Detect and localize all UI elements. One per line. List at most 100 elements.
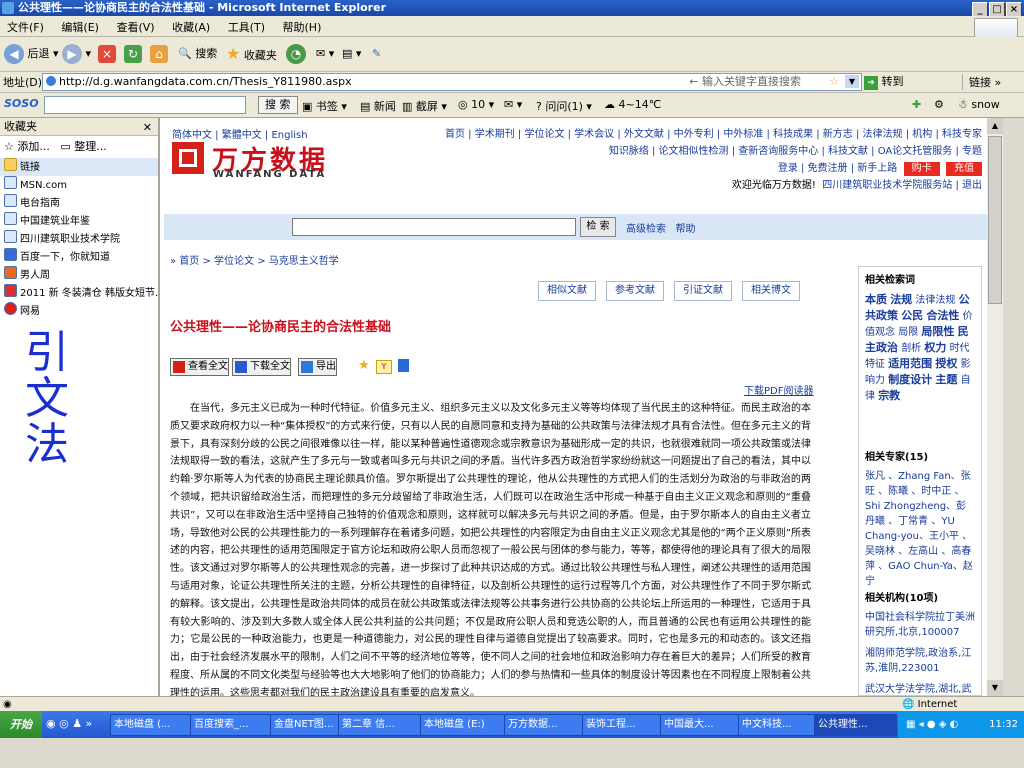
scroll-down-arrow-icon[interactable]: ▼ — [987, 680, 1003, 696]
share-icon[interactable] — [398, 359, 409, 372]
back-button[interactable]: ◀ 后退 ▾ — [4, 43, 59, 65]
soso-search-input[interactable] — [44, 96, 246, 114]
favorite-item[interactable]: 网易 — [0, 302, 158, 320]
download-fulltext-button[interactable]: 下载全文 — [232, 358, 291, 376]
site-search-button[interactable]: 检 索 — [580, 217, 616, 237]
favorite-item[interactable]: 电台指南 — [0, 194, 158, 212]
address-input[interactable]: http://d.g.wanfangdata.com.cn/Thesis_Y81… — [42, 73, 862, 91]
minimize-button[interactable]: _ — [972, 2, 988, 17]
quick-launch[interactable]: ◉ ◎ ♟ » — [46, 717, 92, 730]
task-button[interactable]: 第二章 信... — [338, 714, 421, 736]
help-link[interactable]: 帮助 — [676, 224, 696, 235]
bookmark-button[interactable]: ▣ 书签 ▾ — [302, 98, 347, 114]
snow-button[interactable]: ☃ snow — [958, 98, 1000, 111]
menu-view[interactable]: 查看(V) — [109, 16, 161, 35]
plus-icon[interactable]: ✚ — [912, 98, 921, 111]
print-button[interactable]: ▤ ▾ — [342, 43, 361, 65]
experts-list[interactable]: 张凡 、Zhang Fan、张旺 、陈曦 、时中正 、Shi Zhongzhen… — [865, 469, 975, 589]
favorites-button[interactable]: ★ 收藏夹 — [226, 43, 277, 65]
notifications-button[interactable]: ◎ 10 ▾ — [458, 98, 494, 111]
menu-file[interactable]: 文件(F) — [0, 16, 51, 35]
keyword-link[interactable]: 宗教 — [878, 389, 900, 402]
advanced-search-link[interactable]: 高级检索 — [626, 224, 666, 235]
address-dropdown[interactable]: ▼ — [845, 75, 859, 88]
maximize-button[interactable]: □ — [989, 2, 1005, 17]
logout-link[interactable]: 退出 — [962, 180, 982, 191]
tab-similar[interactable]: 相似文献 — [538, 281, 596, 301]
menu-help[interactable]: 帮助(H) — [276, 16, 329, 35]
share-yahoo-icon[interactable]: Y — [376, 360, 392, 374]
keyword-link[interactable]: 局限性 — [921, 325, 954, 338]
favorite-item[interactable]: 中国建筑业年鉴 — [0, 212, 158, 230]
history-button[interactable]: ◔ — [286, 43, 306, 65]
keyword-link[interactable]: 适用范围 — [888, 357, 932, 370]
secondary-nav[interactable]: 知识脉络 | 论文相似性检测 | 查新咨询服务中心 | 科技文献 | OA论文托… — [430, 143, 982, 160]
tray-icons[interactable]: ▦ ◂ ● ◈ ◐ — [906, 711, 958, 738]
soso-search-button[interactable]: 搜 索 — [258, 96, 298, 114]
page-scrollbar[interactable]: ▲ ▼ — [987, 118, 1003, 696]
weather-widget[interactable]: ☁ 4~14℃ — [604, 98, 661, 111]
org-link[interactable]: 武汉大学法学院,湖北,武汉,430000 — [865, 682, 975, 696]
keyword-link[interactable]: 权力 — [924, 341, 946, 354]
scroll-thumb[interactable] — [988, 136, 1002, 304]
language-switch[interactable]: 简体中文 | 繁體中文 | English — [172, 126, 308, 141]
keyword-link[interactable]: 法律法规 — [915, 295, 955, 306]
tab-citations[interactable]: 引证文献 — [674, 281, 732, 301]
login-links[interactable]: 登录 | 免费注册 | 新手上路 — [778, 163, 897, 174]
favorite-item[interactable]: MSN.com — [0, 176, 158, 194]
screenshot-button[interactable]: ▥ 截屏 ▾ — [402, 98, 447, 114]
keyword-link[interactable]: 本质 — [865, 293, 887, 306]
go-button[interactable]: ➔ 转到 — [864, 73, 904, 90]
buy-card-button[interactable]: 购卡 — [903, 162, 940, 176]
favorite-star-icon[interactable]: ★ — [358, 358, 370, 373]
task-button[interactable]: 本地磁盘 (... — [110, 714, 191, 736]
add-favorite-button[interactable]: ☆ 添加... — [4, 140, 50, 153]
search-button[interactable]: 🔍 搜索 — [178, 43, 217, 65]
mail-button-soso[interactable]: ✉ ▾ — [504, 98, 522, 111]
close-button[interactable]: × — [1006, 2, 1022, 17]
org-link[interactable]: 湘阴师范学院,政治系,江苏,淮阴,223001 — [865, 646, 975, 676]
view-fulltext-button[interactable]: 查看全文 — [170, 358, 229, 376]
keyword-link[interactable]: 局限 — [898, 327, 918, 338]
menu-tools[interactable]: 工具(T) — [221, 16, 272, 35]
keyword-link[interactable]: 剖析 — [901, 343, 921, 354]
main-nav[interactable]: 首页 | 学术期刊 | 学位论文 | 学术会议 | 外文文献 | 中外专利 | … — [430, 126, 982, 143]
service-station-link[interactable]: 四川建筑职业技术学院服务站 — [822, 180, 952, 191]
task-button[interactable]: 万方数据... — [504, 714, 583, 736]
favorite-item-links[interactable]: 链接 — [0, 158, 158, 176]
task-button[interactable]: 本地磁盘 (E:) — [420, 714, 505, 736]
keyword-link[interactable]: 法规 — [890, 293, 912, 306]
task-button[interactable]: 金盘NET图... — [270, 714, 339, 736]
menu-favorites[interactable]: 收藏(A) — [165, 16, 217, 35]
favorite-item[interactable]: 2011 新 冬装清仓 韩版女短节... — [0, 284, 158, 302]
tab-blogs[interactable]: 相关博文 — [742, 281, 800, 301]
keyword-link[interactable]: 授权 — [935, 357, 957, 370]
window-title-bar[interactable]: 公共理性——论协商民主的合法性基础 - Microsoft Internet E… — [0, 0, 1024, 17]
task-button[interactable]: 装饰工程... — [582, 714, 661, 736]
favorite-item[interactable]: 男人周 — [0, 266, 158, 284]
task-button[interactable]: 百度搜索_... — [190, 714, 271, 736]
refresh-button[interactable]: ↻ — [124, 43, 142, 65]
menu-edit[interactable]: 编辑(E) — [54, 16, 106, 35]
favorite-item[interactable]: 百度一下，你就知道 — [0, 248, 158, 266]
task-button[interactable]: 中文科技... — [738, 714, 815, 736]
org-link[interactable]: 中国社会科学院拉丁美洲研究所,北京,100007 — [865, 610, 975, 640]
news-button[interactable]: ▤ 新闻 — [360, 98, 396, 114]
pdf-reader-link[interactable]: 下载PDF阅读器 — [744, 382, 813, 397]
messenger-button[interactable]: ✎ — [372, 43, 381, 65]
stop-button[interactable]: × — [98, 43, 116, 65]
start-button[interactable]: 开始 — [0, 711, 42, 738]
site-search-input[interactable] — [292, 218, 576, 236]
wenwen-button[interactable]: ? 问问(1) ▾ — [536, 98, 592, 114]
scroll-up-arrow-icon[interactable]: ▲ — [987, 118, 1003, 134]
organize-favorites-button[interactable]: ▭ 整理... — [60, 140, 106, 153]
settings-icon[interactable]: ⚙ — [934, 98, 944, 111]
keyword-link[interactable]: 主题 — [935, 373, 957, 386]
favorite-item[interactable]: 四川建筑职业技术学院 — [0, 230, 158, 248]
links-button[interactable]: 链接 » — [962, 74, 1001, 90]
breadcrumb[interactable]: » 首页 > 学位论文 > 马克思主义哲学 — [170, 252, 339, 267]
sidebar-close-icon[interactable]: ✕ — [143, 119, 152, 136]
home-button[interactable]: ⌂ — [150, 43, 168, 65]
keyword-link[interactable]: 合法性 — [926, 309, 959, 322]
task-button-active[interactable]: 公共理性... — [814, 714, 897, 736]
